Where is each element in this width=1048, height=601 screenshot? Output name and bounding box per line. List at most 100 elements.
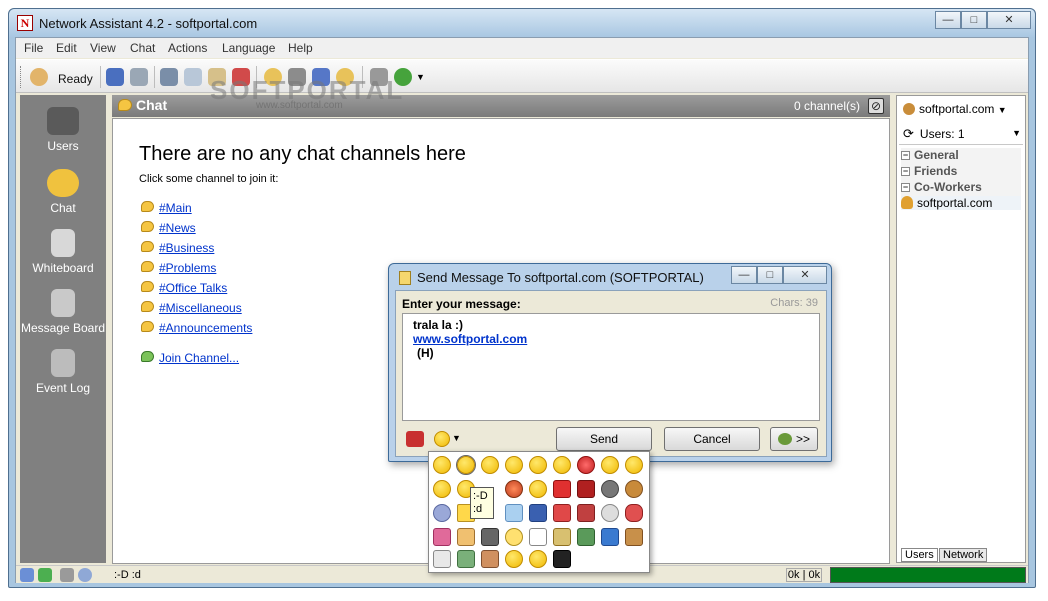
- channel-link-news[interactable]: #News: [159, 221, 196, 235]
- copy-icon[interactable]: [184, 68, 202, 86]
- send-button[interactable]: Send: [556, 427, 652, 451]
- music-note-icon[interactable]: [529, 504, 547, 522]
- dog-icon[interactable]: [625, 480, 643, 498]
- server-selector[interactable]: softportal.com ▼: [903, 102, 1007, 116]
- thumbs-down-icon[interactable]: [529, 550, 547, 568]
- nav-message-board[interactable]: Message Board: [20, 289, 106, 335]
- clock-icon[interactable]: [601, 504, 619, 522]
- boy-icon[interactable]: [457, 550, 475, 568]
- forward-button[interactable]: >>: [770, 427, 818, 451]
- toolbar-grip[interactable]: [20, 66, 23, 88]
- chat-status-icon[interactable]: [78, 568, 92, 582]
- menu-actions[interactable]: Actions: [168, 41, 207, 55]
- lightbulb-icon[interactable]: [505, 528, 523, 546]
- coffee-icon[interactable]: [529, 528, 547, 546]
- cut-icon[interactable]: [160, 68, 178, 86]
- shield-icon[interactable]: [38, 568, 52, 582]
- user-status-icon[interactable]: [30, 68, 48, 86]
- font-color-icon[interactable]: [406, 431, 424, 447]
- wilted-rose-icon[interactable]: [577, 504, 595, 522]
- tongue-emoticon[interactable]: [529, 456, 547, 474]
- dialog-minimize-button[interactable]: —: [731, 266, 757, 284]
- channel-link-office-talks[interactable]: #Office Talks: [159, 281, 227, 295]
- menu-chat[interactable]: Chat: [130, 41, 155, 55]
- nav-users[interactable]: Users: [20, 107, 106, 153]
- channel-link-problems[interactable]: #Problems: [159, 261, 216, 275]
- chat-title[interactable]: Chat: [136, 97, 167, 113]
- tab-network[interactable]: Network: [939, 548, 988, 562]
- broken-heart-icon[interactable]: [577, 480, 595, 498]
- thumbs-up-icon[interactable]: [505, 550, 523, 568]
- phone-icon[interactable]: [553, 528, 571, 546]
- collapse-icon[interactable]: −: [901, 183, 910, 192]
- users-count-row[interactable]: ⟳ Users: 1 ▼: [903, 126, 1021, 142]
- nav-chat[interactable]: Chat: [20, 169, 106, 215]
- maximize-button[interactable]: □: [961, 11, 987, 29]
- message-link[interactable]: www.softportal.com: [413, 332, 809, 346]
- add-dropdown-icon[interactable]: ▼: [416, 72, 425, 82]
- group-friends[interactable]: − Friends: [901, 164, 1021, 180]
- grin-emoticon[interactable]: [456, 455, 476, 475]
- collapse-icon[interactable]: −: [901, 167, 910, 176]
- kiss-icon[interactable]: [625, 504, 643, 522]
- martini-icon[interactable]: [433, 550, 451, 568]
- menu-help[interactable]: Help: [288, 41, 313, 55]
- wink-emoticon[interactable]: [481, 456, 499, 474]
- menu-edit[interactable]: Edit: [56, 41, 77, 55]
- chevron-down-icon[interactable]: ▼: [452, 433, 461, 443]
- refresh-icon[interactable]: ⟳: [903, 126, 914, 141]
- print-icon[interactable]: [130, 68, 148, 86]
- surprised-emoticon[interactable]: [505, 456, 523, 474]
- cancel-button[interactable]: Cancel: [664, 427, 760, 451]
- network-icon[interactable]: [20, 568, 34, 582]
- channel-link-main[interactable]: #Main: [159, 201, 192, 215]
- embarrassed-emoticon[interactable]: [625, 456, 643, 474]
- group-co-workers[interactable]: − Co-Workers: [901, 180, 1021, 196]
- smile-emoticon[interactable]: [433, 456, 451, 474]
- user-list-item[interactable]: softportal.com: [901, 196, 1021, 210]
- cake-icon[interactable]: [457, 528, 475, 546]
- angry-emoticon[interactable]: [577, 456, 595, 474]
- girl-icon[interactable]: [481, 550, 499, 568]
- confused-emoticon[interactable]: [601, 456, 619, 474]
- menu-file[interactable]: File: [24, 41, 43, 55]
- sad-emoticon[interactable]: [433, 480, 451, 498]
- person-icon[interactable]: [577, 528, 595, 546]
- join-channel-link[interactable]: Join Channel...: [159, 351, 239, 365]
- status-label[interactable]: Ready: [58, 72, 93, 86]
- title-bar[interactable]: N Network Assistant 4.2 - softportal.com…: [9, 9, 1035, 37]
- cat-icon[interactable]: [601, 480, 619, 498]
- camera-icon[interactable]: [481, 528, 499, 546]
- beer-icon[interactable]: [625, 528, 643, 546]
- dialog-maximize-button[interactable]: □: [757, 266, 783, 284]
- tab-users[interactable]: Users: [901, 548, 938, 562]
- group-general[interactable]: − General: [901, 148, 1021, 164]
- cool-emoticon[interactable]: [553, 456, 571, 474]
- collapse-icon[interactable]: −: [901, 151, 910, 160]
- bat-icon[interactable]: [553, 550, 571, 568]
- dialog-close-button[interactable]: ✕: [783, 266, 827, 284]
- close-button[interactable]: ✕: [987, 11, 1031, 29]
- channel-link-announcements[interactable]: #Announcements: [159, 321, 252, 335]
- computer-icon[interactable]: [601, 528, 619, 546]
- message-textarea[interactable]: trala la :) www.softportal.com (H): [402, 313, 820, 421]
- moon-icon[interactable]: [433, 504, 451, 522]
- devil-emoticon[interactable]: [505, 480, 523, 498]
- tools-icon[interactable]: [60, 568, 74, 582]
- menu-language[interactable]: Language: [222, 41, 275, 55]
- menu-view[interactable]: View: [90, 41, 116, 55]
- rose-icon[interactable]: [553, 504, 571, 522]
- heart-icon[interactable]: [553, 480, 571, 498]
- channel-link-miscellaneous[interactable]: #Miscellaneous: [159, 301, 242, 315]
- emoticon-picker-icon[interactable]: [434, 431, 450, 447]
- minimize-button[interactable]: —: [935, 11, 961, 29]
- chevron-down-icon[interactable]: ▼: [1012, 128, 1021, 138]
- close-channel-icon[interactable]: ⊘: [868, 98, 884, 114]
- angel-emoticon[interactable]: [529, 480, 547, 498]
- nav-event-log[interactable]: Event Log: [20, 349, 106, 395]
- cloud-icon[interactable]: [505, 504, 523, 522]
- save-icon[interactable]: [106, 68, 124, 86]
- channel-link-business[interactable]: #Business: [159, 241, 214, 255]
- nav-whiteboard[interactable]: Whiteboard: [20, 229, 106, 275]
- gift-icon[interactable]: [433, 528, 451, 546]
